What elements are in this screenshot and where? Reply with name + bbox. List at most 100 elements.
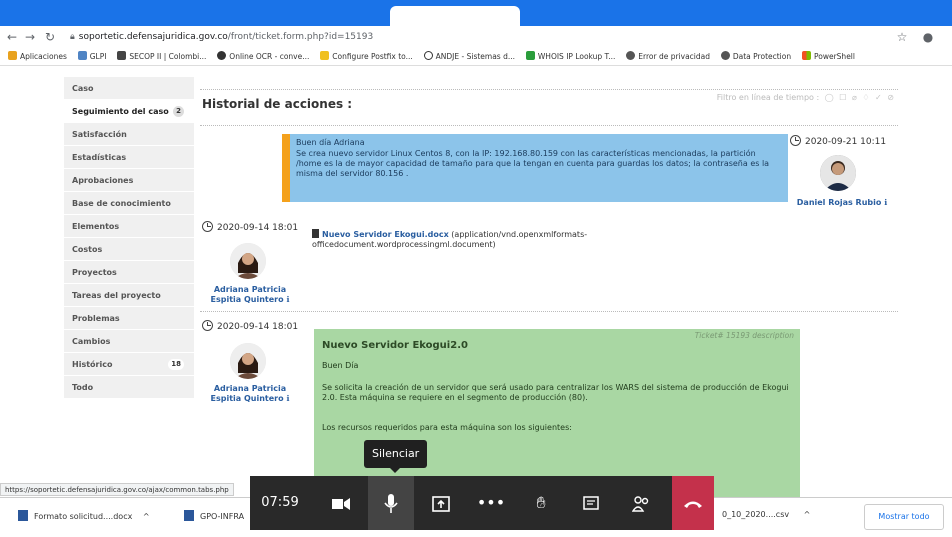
chevron-up-icon[interactable]: ^ [804, 510, 811, 519]
description-timestamp: 2020-09-14 18:01 [202, 320, 298, 332]
forward-arrow-icon[interactable]: → [22, 29, 38, 45]
microphone-button[interactable] [368, 476, 414, 530]
address-bar[interactable]: 🔒︎ soportetic.defensajuridica.gov.co/fron… [70, 28, 890, 46]
tab-cambios[interactable]: Cambios [64, 330, 194, 353]
bookmark-glpi[interactable]: GLPI [77, 48, 107, 65]
tab-base-conocimiento[interactable]: Base de conocimiento [64, 192, 194, 215]
bookmark-powershell[interactable]: PowerShell [802, 48, 855, 65]
browser-tab[interactable] [260, 6, 370, 26]
lightbulb-icon [320, 51, 330, 60]
bookmark-privacy-error[interactable]: Error de privacidad [626, 48, 710, 65]
participants-button[interactable] [618, 476, 664, 530]
secop-icon [117, 51, 127, 60]
tab-todo[interactable]: Todo [64, 376, 194, 399]
back-arrow-icon[interactable]: ← [4, 29, 20, 45]
reload-icon[interactable]: ↻ [42, 29, 58, 45]
paperclip-filter-icon[interactable]: ⌀ [852, 93, 857, 102]
word-file-icon [184, 510, 194, 521]
bookmark-apps[interactable]: Aplicaciones [8, 48, 67, 65]
share-screen-button[interactable] [418, 476, 464, 530]
browser-tab[interactable] [680, 6, 800, 26]
camera-button[interactable] [318, 476, 364, 530]
browser-tab[interactable] [140, 6, 250, 26]
browser-tab-active[interactable] [390, 6, 520, 26]
check-filter-icon[interactable]: ✓ [875, 93, 882, 102]
description-resources: Los recursos requeridos para esta máquin… [322, 423, 572, 432]
description-title: Nuevo Servidor Ekogui2.0 [322, 340, 468, 351]
tab-label: Satisfacción [72, 130, 127, 139]
document-link[interactable]: Nuevo Servidor Ekogui.docx [322, 230, 449, 239]
info-icon[interactable]: ℹ [286, 394, 289, 403]
chevron-up-icon[interactable]: ^ [143, 512, 150, 521]
screen: ← → ↻ 🔒︎ soportetic.defensajuridica.gov.c… [0, 0, 952, 537]
browser-tab[interactable] [540, 6, 660, 26]
hang-up-button[interactable] [672, 476, 714, 530]
bookmark-data-protection[interactable]: Data Protection [720, 48, 791, 65]
tab-historico[interactable]: Histórico 18 [64, 353, 194, 376]
count-badge: 18 [168, 359, 184, 370]
tab-elementos[interactable]: Elementos [64, 215, 194, 238]
thumb-filter-icon[interactable]: ♢ [862, 93, 869, 102]
tab-estadisticas[interactable]: Estadísticas [64, 146, 194, 169]
filter-label: Filtro en línea de tiempo : [716, 93, 820, 102]
share-screen-icon [432, 495, 450, 512]
tab-costos[interactable]: Costos [64, 238, 194, 261]
more-options-button[interactable]: ••• [468, 476, 514, 530]
show-all-button[interactable]: Mostrar todo [864, 504, 944, 530]
tab-seguimiento[interactable]: Seguimiento del caso 2 [64, 100, 194, 123]
description-bubble: Ticket# 15193 description Nuevo Servidor… [314, 329, 800, 499]
followup-author[interactable]: Daniel Rojas Rubio ℹ [790, 198, 894, 208]
tab-proyectos[interactable]: Proyectos [64, 261, 194, 284]
bookmark-postfix[interactable]: Configure Postfix to... [320, 48, 413, 65]
author-name: Adriana Patricia Espitia Quintero [210, 384, 287, 403]
divider [200, 125, 898, 126]
hand-icon: ✋︎ [536, 493, 546, 512]
bookmark-whois[interactable]: WHOIS IP Lookup T... [525, 48, 616, 65]
bookmark-label: ANDJE - Sistemas d... [435, 52, 516, 61]
timestamp-text: 2020-09-14 18:01 [217, 322, 299, 332]
camera-icon [332, 497, 350, 510]
count-badge: 2 [173, 106, 184, 117]
document-author[interactable]: Adriana Patricia Espitia Quintero ℹ [202, 285, 298, 305]
ticket-side-menu: Caso Seguimiento del caso 2 Satisfacción … [64, 77, 194, 399]
star-icon[interactable]: ☆ [894, 29, 910, 45]
bookmark-andje[interactable]: ANDJE - Sistemas d... [423, 48, 516, 65]
browser-tab[interactable] [20, 6, 130, 26]
tab-label: Cambios [72, 337, 111, 346]
tab-problemas[interactable]: Problemas [64, 307, 194, 330]
tab-caso[interactable]: Caso [64, 77, 194, 100]
divider [200, 311, 898, 312]
info-icon[interactable]: ℹ [884, 198, 887, 207]
info-icon[interactable]: ℹ [286, 295, 289, 304]
bookmark-ocr[interactable]: Online OCR - conve... [217, 48, 309, 65]
bookmark-secop[interactable]: SECOP II | Colombi... [117, 48, 206, 65]
tab-label: Aprobaciones [72, 176, 134, 185]
bookmark-label: WHOIS IP Lookup T... [537, 52, 616, 61]
apps-grid-icon [8, 51, 17, 60]
profile-icon[interactable]: ● [920, 29, 936, 45]
description-header: Ticket# 15193 description [694, 331, 794, 340]
clock-icon [202, 221, 213, 232]
download-item[interactable]: 0_10_2020....csv ^ [722, 510, 810, 519]
task-filter-icon[interactable]: ☐ [839, 93, 846, 102]
ban-filter-icon[interactable]: ⊘ [887, 93, 894, 102]
word-file-icon [18, 510, 28, 521]
url-path: /front/ticket.form.php?id=15193 [227, 32, 374, 42]
andje-icon [423, 51, 433, 60]
description-greeting: Buen Día [322, 361, 359, 370]
document-attachment[interactable]: Nuevo Servidor Ekogui.docx (application/… [312, 229, 642, 250]
tab-satisfaccion[interactable]: Satisfacción [64, 123, 194, 146]
bookmark-label: GLPI [89, 52, 107, 61]
comment-filter-icon[interactable]: ◯ [825, 93, 834, 102]
avatar [230, 243, 266, 279]
description-author[interactable]: Adriana Patricia Espitia Quintero ℹ [202, 384, 298, 404]
tab-aprobaciones[interactable]: Aprobaciones [64, 169, 194, 192]
tab-tareas-proyecto[interactable]: Tareas del proyecto [64, 284, 194, 307]
followup-bubble[interactable]: Buen día Adriana Se crea nuevo servidor … [282, 134, 788, 202]
divider [200, 89, 898, 90]
chat-button[interactable] [568, 476, 614, 530]
download-item[interactable]: Formato solicitud....docx ^ [18, 510, 150, 521]
raise-hand-button[interactable]: ✋︎ [518, 476, 564, 530]
clock-icon [202, 320, 213, 331]
download-item[interactable]: GPO-INFRA [184, 510, 244, 521]
